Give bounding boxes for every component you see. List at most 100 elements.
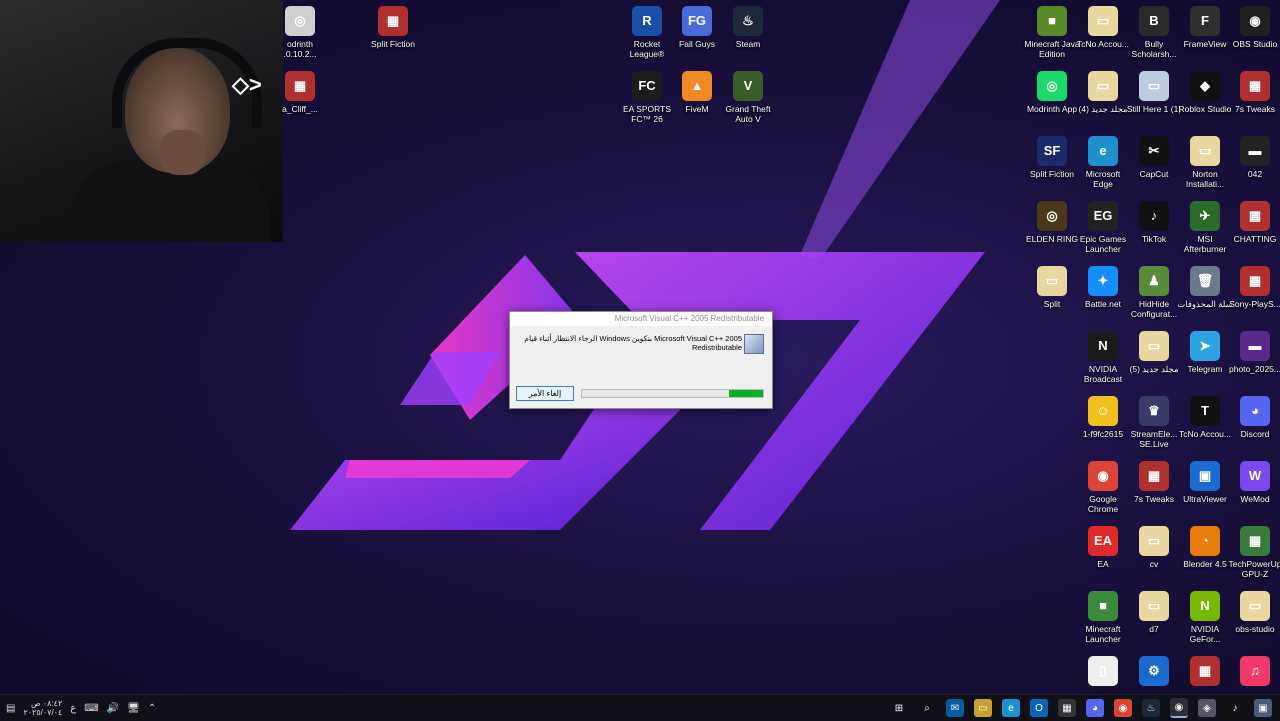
edge-icon[interactable]: e [1002,699,1020,717]
app-icon: ♛ [1139,396,1169,426]
app-icon: ▭ [1088,71,1118,101]
desktop-icon[interactable]: N NVIDIA Broadcast [1075,331,1131,384]
desktop-icon[interactable]: ▭ مجلد جديد (4) [1075,71,1131,114]
desktop-icon[interactable]: ▭ obs-studio [1227,591,1280,634]
desktop-icon[interactable]: ♟ HidHide Configurat... [1126,266,1182,319]
desktop-icon-label: d7 [1149,624,1159,634]
desktop-icon[interactable]: ▯ [1075,656,1131,689]
desktop-icon[interactable]: ✈ MSI Afterburner [1177,201,1233,254]
tiktok-icon[interactable]: ♪ [1226,699,1244,717]
app-icon: ▭ [1139,591,1169,621]
language-indicator[interactable]: ع [70,703,76,714]
file-explorer-icon[interactable]: ▭ [974,699,992,717]
desktop-icon[interactable]: R Rocket League® [619,6,675,59]
app-icon: ◉ [1088,461,1118,491]
desktop-icon[interactable]: ♪ TikTok [1126,201,1182,244]
desktop-icon[interactable]: ◎ odrinth .0.10.2... [272,6,328,59]
desktop-icon[interactable]: ◉ Google Chrome [1075,461,1131,514]
desktop-icon[interactable]: ✂ CapCut [1126,136,1182,179]
obs-icon[interactable]: ◉ [1170,698,1188,718]
desktop-icon[interactable]: ■ Minecraft Java Edition [1024,6,1080,59]
desktop-icon[interactable]: FG Fall Guys [669,6,725,49]
desktop-icon-label: Minecraft Launcher [1085,624,1121,644]
app-icon: ▭ [1037,266,1067,296]
desktop-icon[interactable]: ◎ ELDEN RING [1024,201,1080,244]
desktop-icon[interactable]: ▦ 7s Tweaks [1126,461,1182,504]
installer-icon [744,334,764,354]
desktop-icon[interactable]: ▲ FiveM [669,71,725,114]
desktop-icon[interactable]: EG Epic Games Launcher [1075,201,1131,254]
desktop-icon[interactable]: ◕ Discord [1227,396,1280,439]
app-icon: ▦ [1240,71,1270,101]
chevron-up-icon[interactable]: ⌃ [148,703,156,714]
desktop-icon[interactable]: ▣ UltraViewer [1177,461,1233,504]
desktop-icon[interactable]: ▭ Norton Installati... [1177,136,1233,189]
desktop-icon[interactable]: ✦ Battle.net [1075,266,1131,309]
discord-icon[interactable]: ◕ [1086,699,1104,717]
desktop-icon[interactable]: ◔ Blender 4.5 [1177,526,1233,569]
app-icon: ◔ [1190,526,1220,556]
desktop-icon[interactable]: 🗑 سلة المحذوفات [1177,266,1233,309]
desktop-icon[interactable]: ▦ TechPowerUp GPU-Z [1227,526,1280,579]
desktop-icon[interactable]: ▭ TcNo Accou... [1075,6,1131,49]
desktop-icon[interactable]: T TcNo Accou... [1177,396,1233,439]
notification-icon[interactable]: ▤ [6,703,15,714]
desktop-icon[interactable]: ♛ StreamEle... SE.Live [1126,396,1182,449]
outlook-icon[interactable]: O [1030,699,1048,717]
volume-icon[interactable]: 🔊 [107,703,119,714]
keyboard-icon[interactable]: ⌨ [84,703,98,714]
desktop-icon-label: Minecraft Java Edition [1024,39,1080,59]
desktop-icon[interactable]: ▦ Split Fiction [365,6,421,49]
steam-icon[interactable]: ♨ [1142,699,1160,717]
desktop-icon[interactable]: ➤ Telegram [1177,331,1233,374]
desktop-icon[interactable]: ♨ Steam [720,6,776,49]
desktop-icon[interactable]: ▦ a_Cliff_... [272,71,328,114]
desktop-icon[interactable]: B Bully Scholarsh... [1126,6,1182,59]
desktop-icon[interactable]: ☺ 1-f9fc2615 [1075,396,1131,439]
clock[interactable]: ٠٨:٤٢ ص ٢٠٢٥/٠٧/٠٤ [23,699,62,717]
desktop-icon[interactable]: W WeMod [1227,461,1280,504]
desktop-icon-label: Discord [1240,429,1270,439]
search-icon[interactable]: ⌕ [918,699,936,717]
mail-icon[interactable]: ✉ [946,699,964,717]
desktop-icon[interactable]: V Grand Theft Auto V [720,71,776,124]
desktop-icon[interactable]: ◉ OBS Studio [1227,6,1280,49]
desktop-icon[interactable]: EA EA [1075,526,1131,569]
desktop-icon[interactable]: ▭ cv [1126,526,1182,569]
windows-start-icon[interactable]: ⊞ [890,699,908,717]
desktop-icon[interactable]: ▬ 042 [1227,136,1280,179]
app-icon: FC [632,71,662,101]
desktop-icon[interactable]: FC EA SPORTS FC™ 26 [619,71,675,124]
app-icon: ▭ [1240,591,1270,621]
desktop-icon[interactable]: ▭ Still Here 1 (1) [1126,71,1182,114]
store-icon[interactable]: ▦ [1058,699,1076,717]
desktop-icon[interactable]: ♫ [1227,656,1280,689]
desktop-icon[interactable]: ▬ photo_2025... [1227,331,1280,374]
desktop-icon[interactable]: ▦ Sony-PlayS... [1227,266,1280,309]
desktop-icon-label: Telegram [1187,364,1223,374]
app-icon: FG [682,6,712,36]
app-icon: ◆ [1190,71,1220,101]
desktop-icon[interactable]: ⚙ [1126,656,1182,689]
desktop-icon[interactable]: ▭ d7 [1126,591,1182,634]
desktop-icon[interactable]: N NVIDIA GeFor... [1177,591,1233,644]
installer-icon[interactable]: ▣ [1254,699,1272,717]
desktop-icon[interactable]: ◆ Roblox Studio [1177,71,1233,114]
desktop-icon[interactable]: ▦ CHATTING [1227,201,1280,244]
desktop-icon[interactable]: ■ Minecraft Launcher [1075,591,1131,644]
desktop-icon[interactable]: F FrameView [1177,6,1233,49]
desktop-icon[interactable]: ▦ 7s Tweaks [1227,71,1280,114]
desktop-icon[interactable]: SF Split Fiction [1024,136,1080,179]
desktop-icon[interactable]: ▭ مجلد جديد (5) [1126,331,1182,374]
chrome-icon[interactable]: ◉ [1114,699,1132,717]
desktop-icon-label: NVIDIA GeFor... [1189,624,1221,644]
app-icon: ✈ [1190,201,1220,231]
desktop-icon[interactable]: e Microsoft Edge [1075,136,1131,189]
desktop-icon[interactable]: ◎ Modrinth App [1024,71,1080,114]
network-icon[interactable]: 🖥 [127,703,140,714]
desktop-icon-label: FrameView [1183,39,1227,49]
vpn-icon[interactable]: ◈ [1198,699,1216,717]
cancel-button[interactable]: إلغاء الأمر [516,386,574,401]
desktop-icon[interactable]: ▦ [1177,656,1233,689]
desktop-icon[interactable]: ▭ Split [1024,266,1080,309]
